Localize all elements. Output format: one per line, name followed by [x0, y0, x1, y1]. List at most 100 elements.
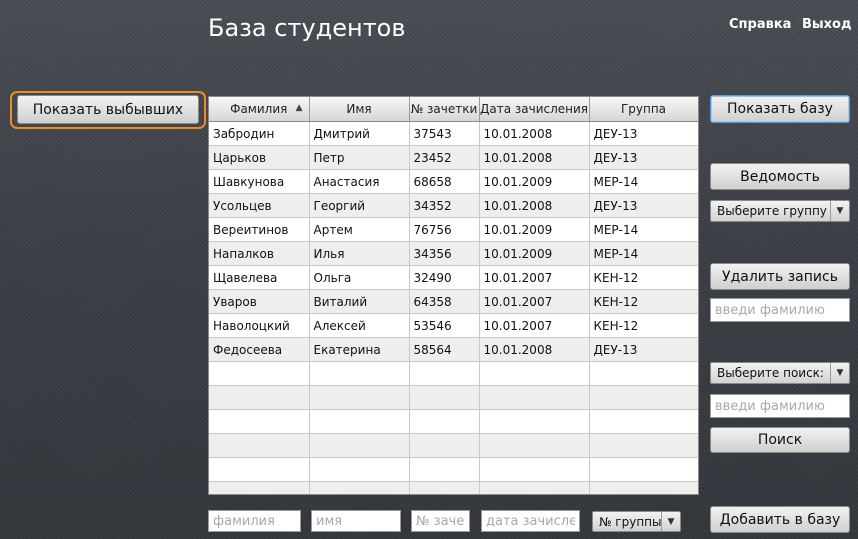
- cell-lastname: Напалков: [209, 241, 310, 266]
- cell-enrollment-date: 10.01.2008: [479, 193, 590, 218]
- empty-cell: [409, 409, 480, 434]
- cell-enrollment-date: 10.01.2007: [479, 289, 590, 314]
- table-row[interactable]: Щавелева Ольга 32490 10.01.2007 КЕН-12: [209, 265, 698, 290]
- empty-cell: [479, 361, 590, 386]
- cell-lastname: Шавкунова: [209, 169, 310, 194]
- cell-record-number: 34356: [409, 241, 480, 266]
- cell-lastname: Федосеева: [209, 337, 310, 362]
- cell-group: ДЕУ-13: [589, 337, 698, 362]
- cell-enrollment-date: 10.01.2008: [479, 145, 590, 170]
- cell-enrollment-date: 10.01.2009: [479, 241, 590, 266]
- chevron-down-icon: ▼: [830, 363, 849, 383]
- search-button[interactable]: Поиск: [710, 427, 850, 453]
- chevron-down-icon: ▼: [830, 201, 849, 221]
- empty-cell: [589, 361, 698, 386]
- students-table: Фамилия ▲ Имя № зачетки Дата зачисления Г…: [208, 96, 699, 495]
- cell-enrollment-date: 10.01.2008: [479, 121, 590, 146]
- empty-cell: [309, 361, 410, 386]
- empty-cell: [409, 361, 480, 386]
- table-row[interactable]: Наволоцкий Алексей 53546 10.01.2007 КЕН-12: [209, 313, 698, 338]
- statement-button[interactable]: Ведомость: [710, 163, 850, 190]
- record-number-input[interactable]: [411, 510, 470, 532]
- chevron-down-icon: ▼: [661, 512, 680, 531]
- group-select-value: Выберите группу: [717, 204, 827, 218]
- search-type-select[interactable]: Выберите поиск: ▼: [710, 362, 850, 384]
- help-link[interactable]: Справка: [729, 17, 791, 32]
- delete-lastname-input[interactable]: [710, 298, 850, 322]
- empty-cell: [309, 457, 410, 482]
- cell-lastname: Вереитинов: [209, 217, 310, 242]
- cell-record-number: 64358: [409, 289, 480, 314]
- cell-record-number: 34352: [409, 193, 480, 218]
- table-row[interactable]: Уваров Виталий 64358 10.01.2007 КЕН-12: [209, 289, 698, 314]
- empty-cell: [589, 481, 698, 494]
- cell-record-number: 76756: [409, 217, 480, 242]
- cell-record-number: 53546: [409, 313, 480, 338]
- column-header-firstname[interactable]: Имя: [309, 97, 410, 122]
- cell-enrollment-date: 10.01.2009: [479, 169, 590, 194]
- empty-cell: [409, 481, 480, 494]
- cell-firstname: Илья: [309, 241, 410, 266]
- cell-lastname: Щавелева: [209, 265, 310, 290]
- table-row[interactable]: Усольцев Георгий 34352 10.01.2008 ДЕУ-13: [209, 193, 698, 218]
- cell-group: КЕН-12: [589, 289, 698, 314]
- empty-cell: [589, 409, 698, 434]
- cell-group: МЕР-14: [589, 217, 698, 242]
- cell-record-number: 58564: [409, 337, 480, 362]
- empty-cell: [209, 433, 310, 458]
- column-header-enrollment-date[interactable]: Дата зачисления: [479, 97, 590, 122]
- empty-cell: [479, 481, 590, 494]
- show-base-button[interactable]: Показать базу: [710, 95, 850, 123]
- table-row[interactable]: Федосеева Екатерина 58564 10.01.2008 ДЕУ-13: [209, 337, 698, 362]
- column-header-group[interactable]: Группа: [589, 97, 698, 122]
- cell-firstname: Анастасия: [309, 169, 410, 194]
- empty-cell: [309, 385, 410, 410]
- column-header-lastname[interactable]: Фамилия ▲: [209, 97, 310, 122]
- firstname-input[interactable]: [311, 510, 401, 532]
- cell-firstname: Петр: [309, 145, 410, 170]
- sort-ascending-icon: ▲: [295, 103, 303, 113]
- group-select[interactable]: Выберите группу ▼: [710, 200, 850, 222]
- search-lastname-input[interactable]: [710, 394, 850, 418]
- empty-cell: [309, 409, 410, 434]
- cell-firstname: Дмитрий: [309, 121, 410, 146]
- empty-cell: [589, 385, 698, 410]
- table-row[interactable]: Вереитинов Артем 76756 10.01.2009 МЕР-14: [209, 217, 698, 242]
- cell-group: ДЕУ-13: [589, 145, 698, 170]
- table-row[interactable]: Забродин Дмитрий 37543 10.01.2008 ДЕУ-13: [209, 121, 698, 146]
- empty-cell: [309, 433, 410, 458]
- column-header-record-number[interactable]: № зачетки: [409, 97, 480, 122]
- cell-lastname: Наволоцкий: [209, 313, 310, 338]
- page-title: База студентов: [208, 14, 406, 42]
- empty-cell: [589, 433, 698, 458]
- empty-cell: [209, 361, 310, 386]
- empty-cell: [589, 457, 698, 482]
- cell-firstname: Екатерина: [309, 337, 410, 362]
- show-dropped-button[interactable]: Показать выбывших: [17, 95, 199, 124]
- empty-cell: [409, 385, 480, 410]
- group-number-select-value: № группы: [599, 514, 662, 529]
- search-type-select-value: Выберите поиск:: [717, 366, 824, 380]
- empty-cell: [409, 433, 480, 458]
- cell-group: КЕН-12: [589, 265, 698, 290]
- empty-cell: [209, 457, 310, 482]
- table-row[interactable]: Царьков Петр 23452 10.01.2008 ДЕУ-13: [209, 145, 698, 170]
- cell-record-number: 23452: [409, 145, 480, 170]
- delete-record-button[interactable]: Удалить запись: [710, 263, 850, 290]
- table-row[interactable]: Напалков Илья 34356 10.01.2009 МЕР-14: [209, 241, 698, 266]
- cell-firstname: Георгий: [309, 193, 410, 218]
- enrollment-date-input[interactable]: [481, 510, 580, 532]
- exit-link[interactable]: Выход: [802, 17, 851, 32]
- empty-cell: [479, 457, 590, 482]
- table-row[interactable]: Шавкунова Анастасия 68658 10.01.2009 МЕР-14: [209, 169, 698, 194]
- empty-table-row: [209, 409, 698, 434]
- cell-enrollment-date: 10.01.2007: [479, 313, 590, 338]
- empty-table-row: [209, 481, 698, 494]
- table-header-row: Фамилия ▲ Имя № зачетки Дата зачисления Г…: [209, 97, 698, 122]
- empty-cell: [209, 409, 310, 434]
- cell-record-number: 32490: [409, 265, 480, 290]
- group-number-select[interactable]: № группы ▼: [592, 511, 681, 532]
- add-to-base-button[interactable]: Добавить в базу: [710, 506, 850, 533]
- lastname-input[interactable]: [208, 510, 301, 532]
- empty-cell: [209, 385, 310, 410]
